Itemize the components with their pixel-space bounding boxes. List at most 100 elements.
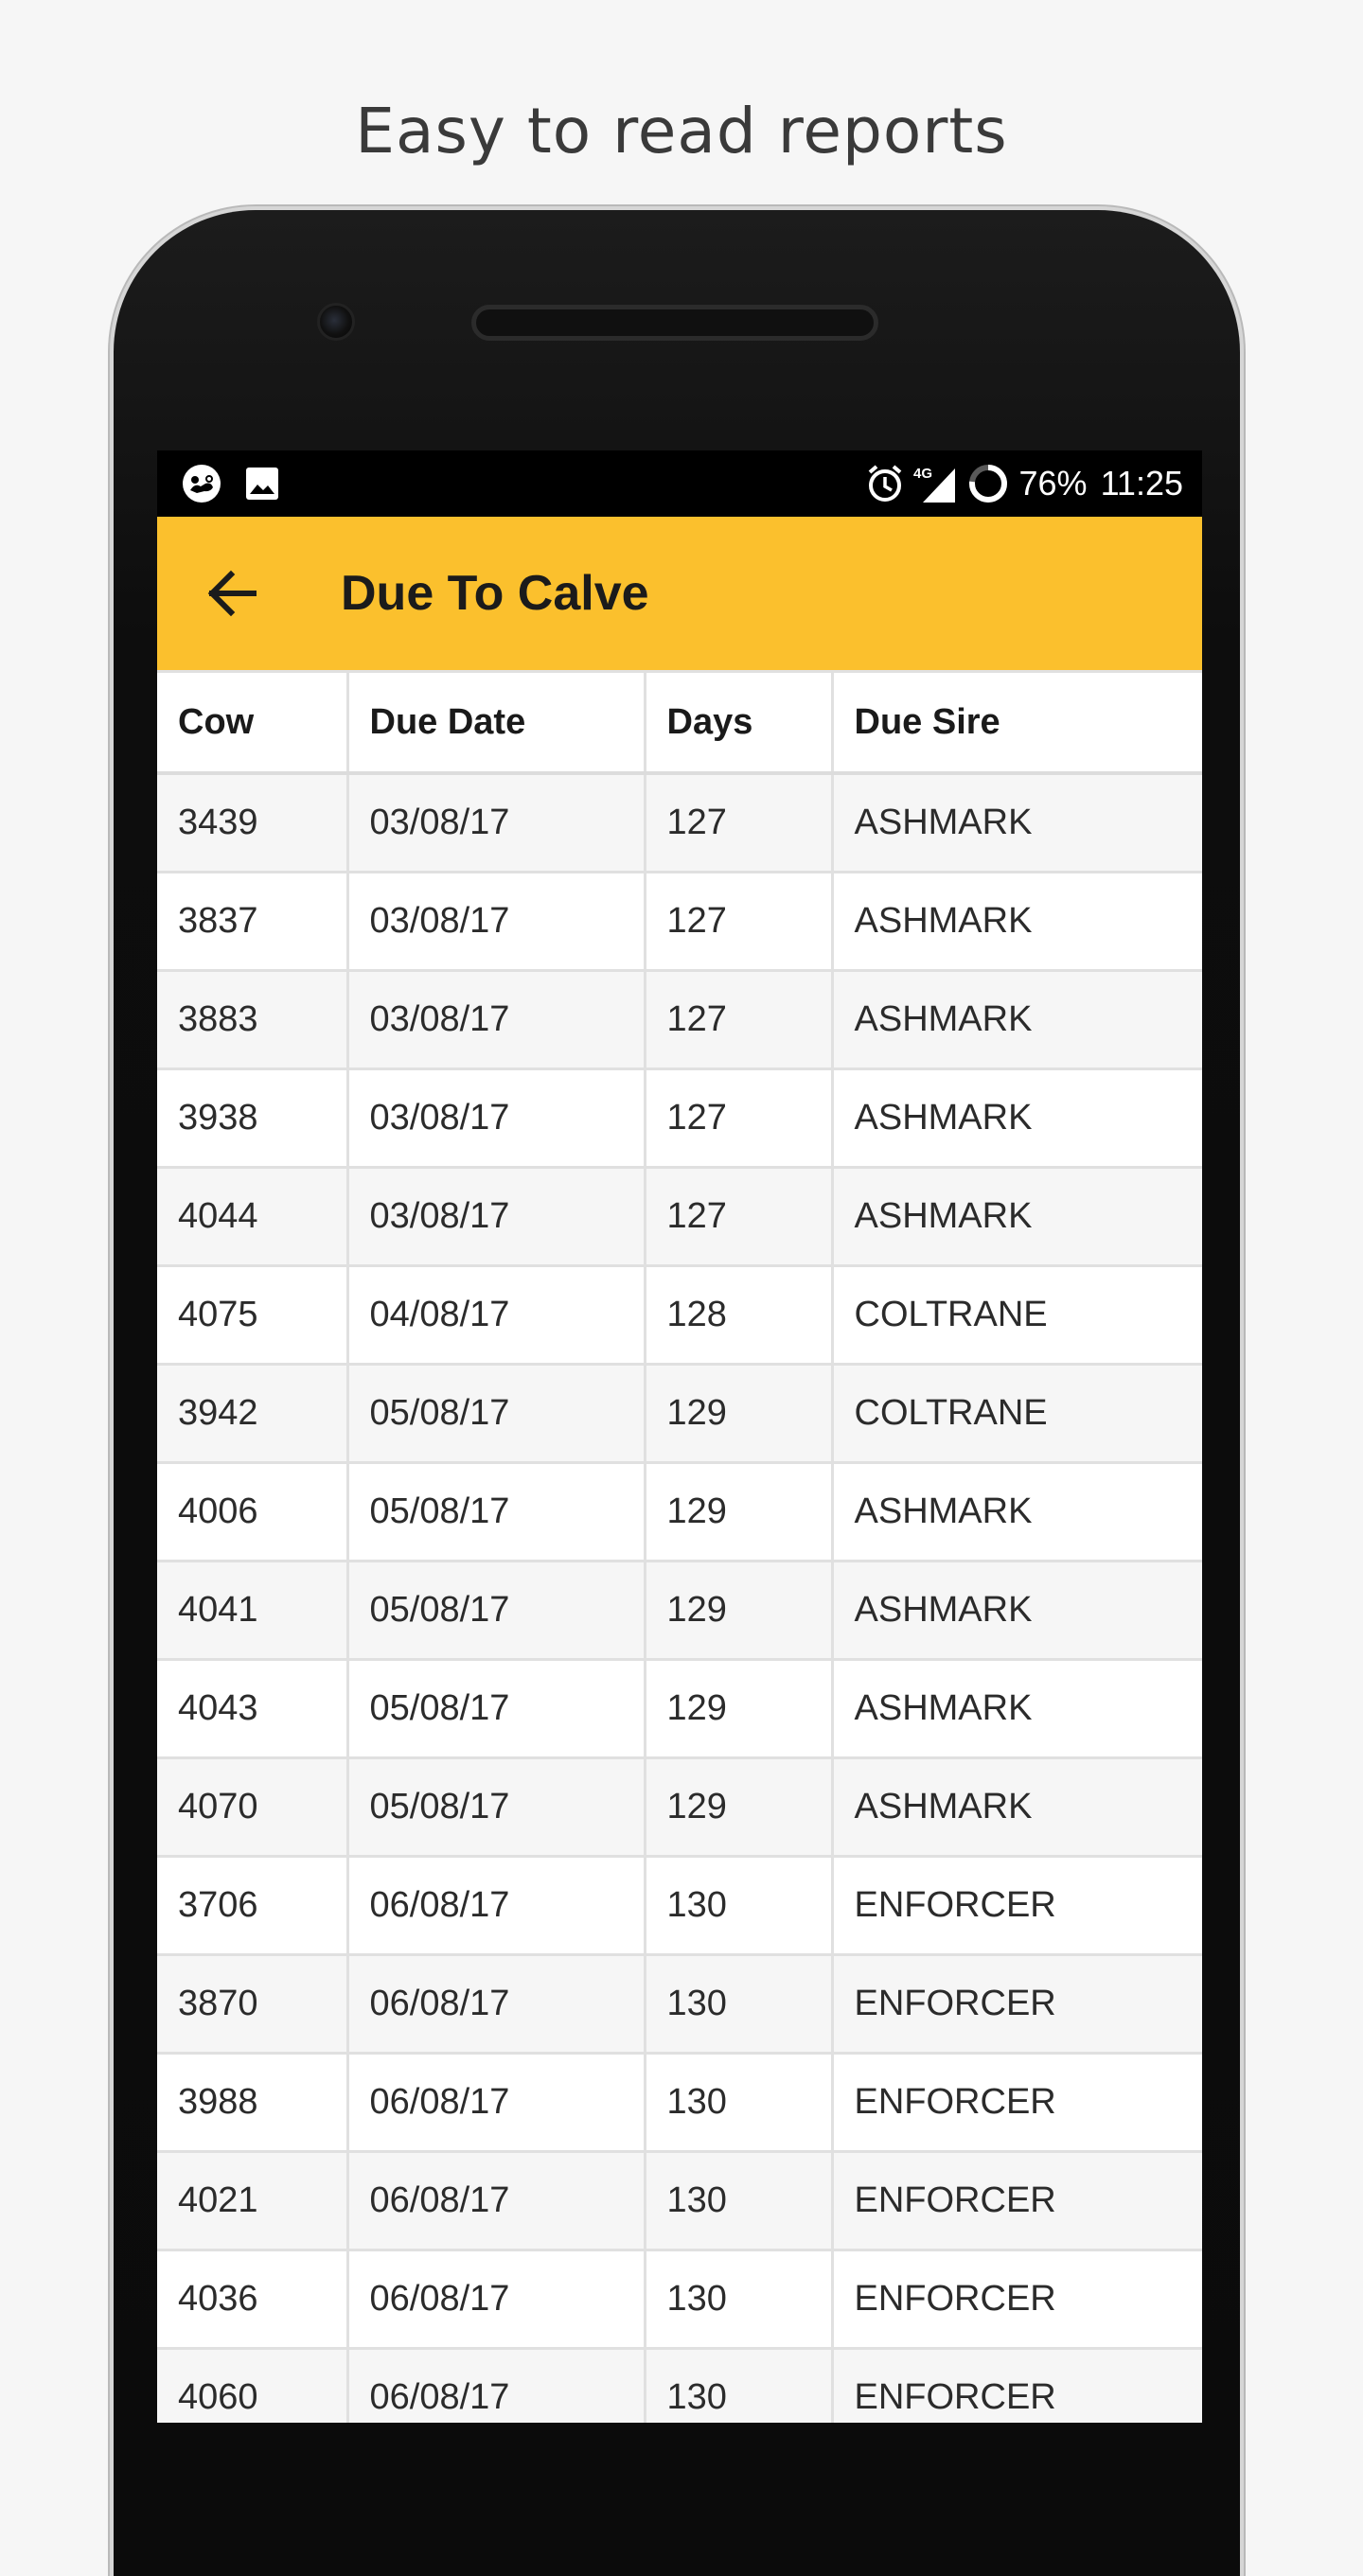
cow-cell: 3837 xyxy=(157,871,349,972)
column-header-due-date[interactable]: Due Date xyxy=(345,670,646,775)
days-cell: 127 xyxy=(643,1067,834,1169)
cow-cell: 4060 xyxy=(157,2347,349,2423)
due-sire-cell: ASHMARK xyxy=(830,871,1202,972)
due-date-cell: 06/08/17 xyxy=(345,2249,646,2350)
column-header-cow[interactable]: Cow xyxy=(157,670,349,775)
table-row[interactable]: 3870 06/08/17 130 ENFORCER xyxy=(157,1953,1202,2055)
battery-icon xyxy=(968,465,1007,503)
toolbar: Due To Calve xyxy=(157,517,1202,670)
due-sire-cell: ENFORCER xyxy=(830,2249,1202,2350)
table-row[interactable]: 3988 06/08/17 130 ENFORCER xyxy=(157,2052,1202,2153)
due-sire-cell: ASHMARK xyxy=(830,1658,1202,1759)
baby-notification-icon xyxy=(183,465,221,503)
due-date-cell: 06/08/17 xyxy=(345,1953,646,2055)
cow-cell: 3942 xyxy=(157,1363,349,1464)
days-cell: 129 xyxy=(643,1461,834,1562)
table-row[interactable]: 3706 06/08/17 130 ENFORCER xyxy=(157,1855,1202,1956)
due-date-cell: 06/08/17 xyxy=(345,2150,646,2251)
days-cell: 128 xyxy=(643,1264,834,1366)
days-cell: 129 xyxy=(643,1560,834,1661)
days-cell: 127 xyxy=(643,969,834,1070)
due-date-cell: 06/08/17 xyxy=(345,2052,646,2153)
table-row[interactable]: 4043 05/08/17 129 ASHMARK xyxy=(157,1658,1202,1759)
alarm-icon xyxy=(868,465,901,502)
status-bar: 4G 76% 11:25 xyxy=(157,450,1202,517)
due-sire-cell: ASHMARK xyxy=(830,1756,1202,1858)
days-cell: 130 xyxy=(643,1855,834,1956)
phone-screen: 4G 76% 11:25 Due To Calve Cow Due Date D… xyxy=(157,450,1202,2423)
table-row[interactable]: 4070 05/08/17 129 ASHMARK xyxy=(157,1756,1202,1858)
table-row[interactable]: 3439 03/08/17 127 ASHMARK xyxy=(157,771,1202,873)
table-row[interactable]: 4006 05/08/17 129 ASHMARK xyxy=(157,1461,1202,1562)
cow-cell: 4075 xyxy=(157,1264,349,1366)
front-camera xyxy=(317,303,355,341)
cow-cell: 4006 xyxy=(157,1461,349,1562)
due-sire-cell: ASHMARK xyxy=(830,1166,1202,1267)
due-sire-cell: ASHMARK xyxy=(830,969,1202,1070)
due-date-cell: 03/08/17 xyxy=(345,871,646,972)
due-date-cell: 03/08/17 xyxy=(345,1067,646,1169)
days-cell: 127 xyxy=(643,771,834,873)
table-row[interactable]: 3883 03/08/17 127 ASHMARK xyxy=(157,969,1202,1070)
table-row[interactable]: 3938 03/08/17 127 ASHMARK xyxy=(157,1067,1202,1169)
column-header-due-sire[interactable]: Due Sire xyxy=(830,670,1202,775)
cow-cell: 4044 xyxy=(157,1166,349,1267)
days-cell: 129 xyxy=(643,1363,834,1464)
clock-time: 11:25 xyxy=(1100,464,1183,503)
days-cell: 129 xyxy=(643,1756,834,1858)
table-row[interactable]: 3942 05/08/17 129 COLTRANE xyxy=(157,1363,1202,1464)
due-sire-cell: COLTRANE xyxy=(830,1363,1202,1464)
due-sire-cell: COLTRANE xyxy=(830,1264,1202,1366)
promo-title: Easy to read reports xyxy=(355,95,1008,168)
battery-percent: 76% xyxy=(1018,464,1088,503)
days-cell: 129 xyxy=(643,1658,834,1759)
days-cell: 130 xyxy=(643,1953,834,2055)
cow-cell: 3706 xyxy=(157,1855,349,1956)
days-cell: 130 xyxy=(643,2150,834,2251)
table-row[interactable]: 4060 06/08/17 130 ENFORCER xyxy=(157,2347,1202,2423)
due-date-cell: 06/08/17 xyxy=(345,1855,646,1956)
4g-signal-icon: 4G xyxy=(913,466,955,503)
due-sire-cell: ENFORCER xyxy=(830,1855,1202,1956)
column-header-days[interactable]: Days xyxy=(643,670,834,775)
cow-cell: 4070 xyxy=(157,1756,349,1858)
table-header-row: Cow Due Date Days Due Sire xyxy=(157,670,1202,775)
days-cell: 127 xyxy=(643,1166,834,1267)
earpiece-speaker xyxy=(471,305,878,341)
cow-cell: 3439 xyxy=(157,771,349,873)
due-date-cell: 05/08/17 xyxy=(345,1756,646,1858)
due-sire-cell: ENFORCER xyxy=(830,2052,1202,2153)
due-date-cell: 05/08/17 xyxy=(345,1658,646,1759)
cow-cell: 3988 xyxy=(157,2052,349,2153)
status-right-group: 4G 76% 11:25 xyxy=(866,450,1183,517)
days-cell: 130 xyxy=(643,2249,834,2350)
network-type-label: 4G xyxy=(913,466,932,482)
cow-cell: 4036 xyxy=(157,2249,349,2350)
table-row[interactable]: 3837 03/08/17 127 ASHMARK xyxy=(157,871,1202,972)
due-sire-cell: ENFORCER xyxy=(830,2347,1202,2423)
due-date-cell: 04/08/17 xyxy=(345,1264,646,1366)
due-date-cell: 05/08/17 xyxy=(345,1461,646,1562)
due-to-calve-table: Cow Due Date Days Due Sire 3439 03/08/17… xyxy=(157,670,1202,2423)
days-cell: 127 xyxy=(643,871,834,972)
due-sire-cell: ASHMARK xyxy=(830,1560,1202,1661)
due-sire-cell: ASHMARK xyxy=(830,1067,1202,1169)
cow-cell: 4043 xyxy=(157,1658,349,1759)
due-sire-cell: ASHMARK xyxy=(830,1461,1202,1562)
due-sire-cell: ENFORCER xyxy=(830,1953,1202,2055)
due-date-cell: 06/08/17 xyxy=(345,2347,646,2423)
days-cell: 130 xyxy=(643,2347,834,2423)
due-date-cell: 03/08/17 xyxy=(345,1166,646,1267)
cow-cell: 3938 xyxy=(157,1067,349,1169)
table-row[interactable]: 4036 06/08/17 130 ENFORCER xyxy=(157,2249,1202,2350)
days-cell: 130 xyxy=(643,2052,834,2153)
cow-cell: 4021 xyxy=(157,2150,349,2251)
table-row[interactable]: 4041 05/08/17 129 ASHMARK xyxy=(157,1560,1202,1661)
table-row[interactable]: 4044 03/08/17 127 ASHMARK xyxy=(157,1166,1202,1267)
cow-cell: 3883 xyxy=(157,969,349,1070)
table-row[interactable]: 4021 06/08/17 130 ENFORCER xyxy=(157,2150,1202,2251)
arrow-back-icon[interactable] xyxy=(199,560,265,626)
due-sire-cell: ASHMARK xyxy=(830,771,1202,873)
cow-cell: 4041 xyxy=(157,1560,349,1661)
table-row[interactable]: 4075 04/08/17 128 COLTRANE xyxy=(157,1264,1202,1366)
